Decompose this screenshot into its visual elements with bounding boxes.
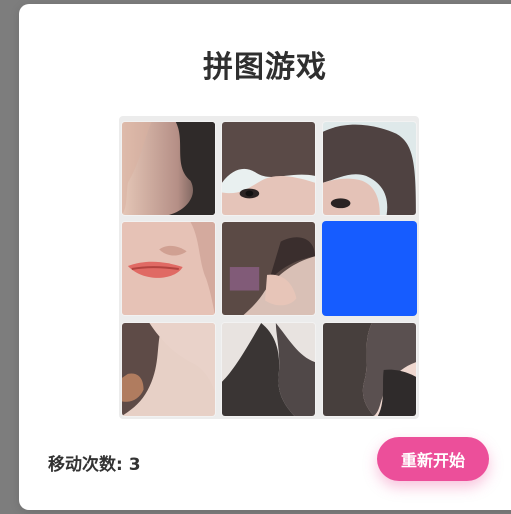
puzzle-tile[interactable] [121,221,216,316]
photo-fragment-icon [122,122,215,215]
puzzle-dialog: 拼图游戏 移动次数: 3 重新开始 [19,4,511,510]
puzzle-tile[interactable] [221,322,316,417]
move-counter: 移动次数: 3 [48,455,141,475]
restart-button[interactable]: 重新开始 [377,437,489,481]
puzzle-tile[interactable] [322,322,417,417]
dialog-title: 拼图游戏 [203,50,327,85]
puzzle-tile[interactable] [221,221,316,316]
puzzle-board [119,116,419,419]
empty-slot[interactable] [322,221,417,316]
puzzle-tile[interactable] [322,121,417,216]
photo-fragment-icon [323,323,416,416]
photo-fragment-icon [222,122,315,215]
puzzle-tile[interactable] [121,322,216,417]
photo-fragment-icon [122,222,215,315]
photo-fragment-icon [122,323,215,416]
puzzle-tile[interactable] [221,121,316,216]
puzzle-tile[interactable] [121,121,216,216]
photo-fragment-icon [222,222,315,315]
photo-fragment-icon [323,122,416,215]
photo-fragment-icon [222,323,315,416]
